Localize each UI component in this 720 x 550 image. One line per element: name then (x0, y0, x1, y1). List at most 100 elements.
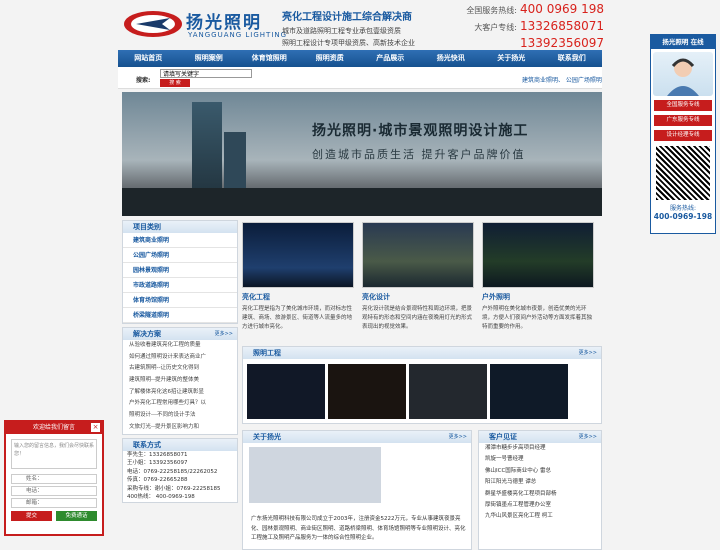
slogan: 亮化工程设计施工综合解决商 (282, 12, 412, 23)
solution-link[interactable]: 建筑照明--提升建筑的整体美 (123, 375, 237, 387)
feature-tile[interactable]: 亮化设计 亮化设计就是结合景观特性和周边环境，把景观特有的形态和空间内涵在夜晚用… (362, 222, 474, 332)
vip-number-2: 13392356097 (520, 36, 604, 50)
case-link[interactable]: 阳江阳光马德里 谭总 (479, 477, 601, 488)
category-item[interactable]: 市政道路照明 (123, 278, 237, 293)
name-field[interactable]: 姓名： (11, 474, 97, 484)
design-manager-button[interactable]: 设计经理专线 (654, 130, 712, 141)
tile-desc: 户外照明在美化城市夜景，创造优美的光环境，方便人们夜间户外活动等方面发挥着其独特… (482, 306, 593, 330)
solution-link[interactable]: 了解楼体亮化这6招让建筑彰显 (123, 387, 237, 399)
solutions-box: 解决方案 更多>> 从验收看建筑亮化工程的质量 如何通过照明设计来表达商业广 古建… (122, 327, 238, 435)
nav-qualification[interactable]: 照明资质 (300, 50, 361, 67)
hero-banner[interactable]: 扬光照明·城市景观照明设计施工 创造城市品质生活 提升客户品牌价值 (122, 92, 602, 216)
gallery-image[interactable] (409, 364, 487, 419)
tile-image[interactable] (362, 222, 474, 288)
about-text: 广东扬光照明科技有限公司成立于2003年，注册资金5222万元，专业从事建筑夜景… (251, 516, 466, 541)
cases-title: 客户见证 (489, 433, 517, 441)
search-button[interactable]: 搜 索 (160, 79, 190, 87)
contact-line: 采购专线：谢小姐：0769-22258185 (127, 485, 221, 492)
service-agent-avatar (653, 52, 713, 96)
gallery-image[interactable] (247, 364, 325, 419)
solutions-more-link[interactable]: 更多>> (215, 328, 233, 340)
solution-link[interactable]: 照明设计---不同的设计手法 (123, 410, 237, 422)
contact-line: 李先生：13326858071 (127, 451, 188, 458)
hot-keywords[interactable]: 建筑商业照明、 公园广场照明 (522, 75, 602, 84)
category-item[interactable]: 桥梁隧道照明 (123, 308, 237, 323)
solution-link[interactable]: 文旅灯光--提升景区影响力和 (123, 422, 237, 434)
close-icon[interactable]: × (91, 423, 100, 432)
solution-link[interactable]: 古建筑照明--让历史文化得到 (123, 363, 237, 375)
solution-link[interactable]: 户外亮化工程常用哪些灯具？以 (123, 398, 237, 410)
about-more-link[interactable]: 更多>> (449, 431, 467, 443)
hotline-block: 全国服务热线: 400 0969 198 大客户专线: 13326858071 13… (466, 2, 604, 53)
search-bar: 搜索: 搜 索 建筑商业照明、 公园广场照明 (118, 67, 602, 89)
solution-link[interactable]: 如何通过照明设计来表达商业广 (123, 352, 237, 364)
qualification-2: 照明工程设计专项甲级资质、高新技术企业 (282, 39, 415, 47)
cases-more-link[interactable]: 更多>> (579, 431, 597, 443)
phone-field[interactable]: 电话： (11, 486, 97, 496)
nav-news[interactable]: 扬光快讯 (421, 50, 482, 67)
gallery-image[interactable] (490, 364, 568, 419)
search-label: 搜索: (136, 77, 151, 84)
vip-label: 大客户专线: (474, 23, 518, 32)
logo-icon[interactable] (122, 10, 184, 38)
case-link[interactable]: 九华山风景区亮化工程 柯工 (479, 511, 601, 522)
case-link[interactable]: 湘潭市糖步步高项目经理 (479, 443, 601, 454)
brand-name-en: YANGGUANG LIGHTING (188, 31, 288, 39)
case-link[interactable]: 厚街镇墨点工程管理办公室 (479, 500, 601, 511)
gallery-more-link[interactable]: 更多>> (579, 347, 597, 359)
search-input[interactable] (160, 69, 252, 78)
service-title: 扬光照明 在线 (651, 35, 715, 49)
case-link[interactable]: 佛山ICC国际商业中心 雷总 (479, 466, 601, 477)
about-title: 关于扬光 (253, 433, 281, 441)
free-call-button[interactable]: 免费通话 (56, 511, 97, 521)
nav-products[interactable]: 产品展示 (360, 50, 421, 67)
banner-subtitle: 创造城市品质生活 提升客户品牌价值 (312, 148, 526, 161)
tile-title[interactable]: 亮化设计 (362, 292, 474, 302)
gallery-image[interactable] (328, 364, 406, 419)
tile-title[interactable]: 亮化工程 (242, 292, 354, 302)
tile-desc: 亮化设计就是结合景观特性和周边环境，把景观特有的形态和空间内涵在夜晚用灯光的形式… (362, 306, 473, 330)
cases-box: 客户见证 更多>> 湘潭市糖步步高项目经理 凯旋一号曹经理 佛山ICC国际商业中心… (478, 430, 602, 550)
nav-about[interactable]: 关于扬光 (481, 50, 542, 67)
category-item[interactable]: 园林景观照明 (123, 263, 237, 278)
solution-link[interactable]: 从验收看建筑亮化工程的质量 (123, 340, 237, 352)
case-link[interactable]: 群星华盛楼亮化工程项目部杨 (479, 489, 601, 500)
message-widget: 欢迎给我们留言 × 输入您的留言信息，我们会尽快联系您！ 姓名： 电话： 邮箱： … (4, 420, 104, 536)
feature-tile[interactable]: 户外照明 户外照明在美化城市夜景，创造优美的光环境，方便人们夜间户外活动等方面发… (482, 222, 594, 332)
brand-name: 扬光照明 (186, 13, 262, 33)
nav-home[interactable]: 网站首页 (118, 50, 179, 67)
hotline-number: 400 0969 198 (520, 2, 604, 16)
nav-stadium[interactable]: 体育馆照明 (239, 50, 300, 67)
tile-title[interactable]: 户外照明 (482, 292, 594, 302)
header: 扬光照明 YANGGUANG LIGHTING 亮化工程设计施工综合解决商 城市… (118, 0, 604, 53)
nav-contact[interactable]: 联系我们 (542, 50, 603, 67)
hotline-label: 全国服务热线: (466, 6, 518, 15)
category-box: 项目类别 建筑商业照明 公园广场照明 园林景观照明 市政道路照明 体育场馆照明 … (122, 220, 238, 324)
national-hotline-button[interactable]: 全国服务专线 (654, 100, 712, 111)
message-textarea[interactable]: 输入您的留言信息，我们会尽快联系您！ (11, 439, 97, 469)
qr-code-icon (656, 146, 710, 200)
email-field[interactable]: 邮箱： (11, 498, 97, 508)
case-link[interactable]: 凯旋一号曹经理 (479, 454, 601, 465)
project-gallery: 照明工程 更多>> (242, 346, 602, 424)
gallery-title: 照明工程 (253, 349, 281, 357)
city-skyline (122, 188, 602, 216)
main-nav: 网站首页 照明案例 体育馆照明 照明资质 产品展示 扬光快讯 关于扬光 联系我们 (118, 50, 602, 67)
tile-image[interactable] (482, 222, 594, 288)
nav-cases[interactable]: 照明案例 (179, 50, 240, 67)
contact-title: 联系方式 (133, 440, 161, 449)
online-service-panel: 扬光照明 在线 全国服务专线 广东服务专线 设计经理专线 服务热线: 400-0… (650, 34, 716, 234)
submit-button[interactable]: 提交 (11, 511, 52, 521)
message-title: 欢迎给我们留言 (32, 424, 75, 431)
contact-line: 王小姐：13392356097 (127, 460, 188, 466)
banner-title: 扬光照明·城市景观照明设计施工 (312, 123, 529, 139)
service-hotline-label: 服务热线: (669, 205, 697, 212)
tile-image[interactable] (242, 222, 354, 288)
guangdong-hotline-button[interactable]: 广东服务专线 (654, 115, 712, 126)
category-item[interactable]: 体育场馆照明 (123, 293, 237, 308)
service-hotline-number: 400-0969-198 (653, 212, 713, 221)
category-item[interactable]: 建筑商业照明 (123, 233, 237, 248)
category-item[interactable]: 公园广场照明 (123, 248, 237, 263)
feature-tile[interactable]: 亮化工程 亮化工程是指为了美化城市环境，而对标志性建筑、商场、旅游景区、街道等人… (242, 222, 354, 332)
contact-line: 400热线： 400-0969-198 (127, 494, 195, 500)
